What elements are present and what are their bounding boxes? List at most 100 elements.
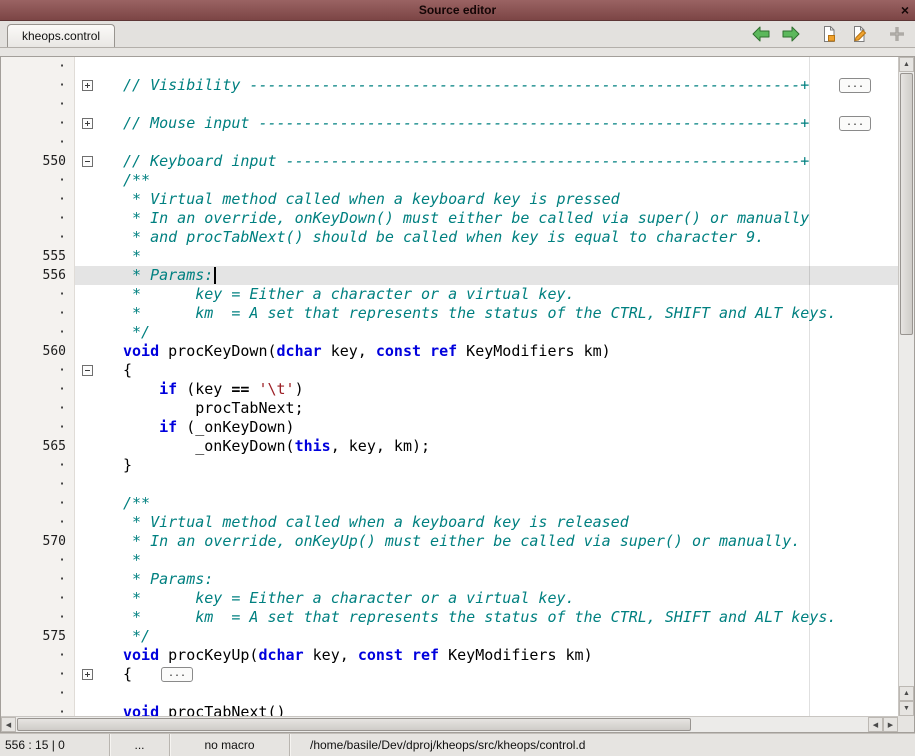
code-line[interactable]: · (1, 475, 898, 494)
detach-button[interactable] (887, 24, 907, 44)
code-text: { (100, 361, 898, 380)
code-text: * (100, 247, 898, 266)
code-text (100, 475, 898, 494)
fold-margin (75, 152, 100, 171)
fold-margin (75, 361, 100, 380)
code-line[interactable]: · * Virtual method called when a keyboar… (1, 190, 898, 209)
titlebar[interactable]: Source editor × (0, 0, 915, 21)
folded-region-box[interactable]: ... (161, 667, 193, 682)
code-text (100, 95, 898, 114)
code-line[interactable]: · * and procTabNext() should be called w… (1, 228, 898, 247)
fold-toggle-icon[interactable] (82, 80, 93, 91)
file-path-status: /home/basile/Dev/dproj/kheops/src/kheops… (290, 734, 915, 756)
horizontal-scrollbar-thumb[interactable] (17, 718, 691, 731)
window-title: Source editor (419, 3, 496, 17)
fold-margin (75, 703, 100, 716)
line-number: · (1, 494, 75, 513)
tab-kheops-control[interactable]: kheops.control (7, 24, 115, 47)
code-line[interactable]: 575 */ (1, 627, 898, 646)
fold-margin (75, 665, 100, 684)
code-line[interactable]: ·{... (1, 665, 898, 684)
code-line[interactable]: · * In an override, onKeyDown() must eit… (1, 209, 898, 228)
macro-status: no macro (170, 734, 290, 756)
fold-margin (75, 95, 100, 114)
horizontal-scrollbar[interactable]: ◀ ◀ ▶ (1, 716, 898, 732)
code-line[interactable]: 570 * In an override, onKeyUp() must eit… (1, 532, 898, 551)
code-line[interactable]: · * (1, 551, 898, 570)
line-number: 560 (1, 342, 75, 361)
code-text: /** (100, 494, 898, 513)
code-text: } (100, 456, 898, 475)
document-orange-mark-icon (820, 25, 838, 43)
fold-margin (75, 285, 100, 304)
code-text: */ (100, 323, 898, 342)
code-line[interactable]: ·void procKeyUp(dchar key, const ref Key… (1, 646, 898, 665)
fold-margin (75, 209, 100, 228)
scroll-left-button[interactable]: ◀ (1, 717, 16, 732)
code-text: // Visibility --------------------------… (100, 76, 898, 95)
folded-region-box[interactable]: ... (839, 78, 871, 93)
scroll-left-button-secondary[interactable]: ◀ (868, 717, 883, 732)
code-line[interactable]: · (1, 684, 898, 703)
fold-margin (75, 380, 100, 399)
statusbar: 556 : 15 | 0 ... no macro /home/basile/D… (0, 733, 915, 756)
line-number: · (1, 95, 75, 114)
code-line[interactable]: 555 * (1, 247, 898, 266)
vertical-scrollbar-thumb[interactable] (900, 73, 913, 335)
scroll-right-button[interactable]: ▶ (883, 717, 898, 732)
fold-toggle-icon[interactable] (82, 156, 93, 167)
folded-region-box[interactable]: ... (839, 116, 871, 131)
code-line[interactable]: ·// Mouse input ------------------------… (1, 114, 898, 133)
code-line[interactable]: · * Params: (1, 570, 898, 589)
code-line[interactable]: · * km = A set that represents the statu… (1, 304, 898, 323)
code-line[interactable]: · if (key == '\t') (1, 380, 898, 399)
code-line[interactable]: · * Virtual method called when a keyboar… (1, 513, 898, 532)
line-number: · (1, 285, 75, 304)
fold-margin (75, 304, 100, 323)
code-line[interactable]: · (1, 95, 898, 114)
line-number: · (1, 456, 75, 475)
code-line[interactable]: · */ (1, 323, 898, 342)
code-line[interactable]: · (1, 57, 898, 76)
fold-toggle-icon[interactable] (82, 365, 93, 376)
scroll-up-button-secondary[interactable]: ▲ (899, 686, 914, 701)
code-text: /** (100, 171, 898, 190)
line-number: · (1, 228, 75, 247)
fold-margin (75, 76, 100, 95)
fold-toggle-icon[interactable] (82, 669, 93, 680)
code-line[interactable]: 560void procKeyDown(dchar key, const ref… (1, 342, 898, 361)
code-line[interactable]: ·// Visibility -------------------------… (1, 76, 898, 95)
vertical-scrollbar[interactable]: ▲ ▲ ▼ (898, 57, 914, 716)
fold-margin (75, 646, 100, 665)
line-number: · (1, 361, 75, 380)
line-number: · (1, 703, 75, 716)
code-viewport[interactable]: ··// Visibility ------------------------… (1, 57, 898, 716)
code-line[interactable]: · procTabNext; (1, 399, 898, 418)
code-line[interactable]: · * km = A set that represents the statu… (1, 608, 898, 627)
save-button[interactable] (819, 24, 839, 44)
back-button[interactable] (751, 24, 771, 44)
code-line[interactable]: · if (_onKeyDown) (1, 418, 898, 437)
code-line[interactable]: · /** (1, 494, 898, 513)
fold-margin (75, 684, 100, 703)
code-line[interactable]: · (1, 133, 898, 152)
code-line[interactable]: 556 * Params: (1, 266, 898, 285)
line-number: · (1, 171, 75, 190)
forward-button[interactable] (781, 24, 801, 44)
code-line[interactable]: ·{ (1, 361, 898, 380)
code-line[interactable]: · /** (1, 171, 898, 190)
scroll-down-button[interactable]: ▼ (899, 701, 914, 716)
code-line[interactable]: 550// Keyboard input -------------------… (1, 152, 898, 171)
scroll-up-button[interactable]: ▲ (899, 57, 914, 72)
code-line[interactable]: ·} (1, 456, 898, 475)
code-line[interactable]: · * key = Either a character or a virtua… (1, 285, 898, 304)
line-number: · (1, 665, 75, 684)
code-line[interactable]: · * key = Either a character or a virtua… (1, 589, 898, 608)
code-line[interactable]: 565 _onKeyDown(this, key, km); (1, 437, 898, 456)
save-as-button[interactable] (849, 24, 869, 44)
fold-margin (75, 171, 100, 190)
close-icon[interactable]: × (901, 0, 909, 20)
fold-margin (75, 323, 100, 342)
code-line[interactable]: ·void procTabNext() (1, 703, 898, 716)
fold-toggle-icon[interactable] (82, 118, 93, 129)
